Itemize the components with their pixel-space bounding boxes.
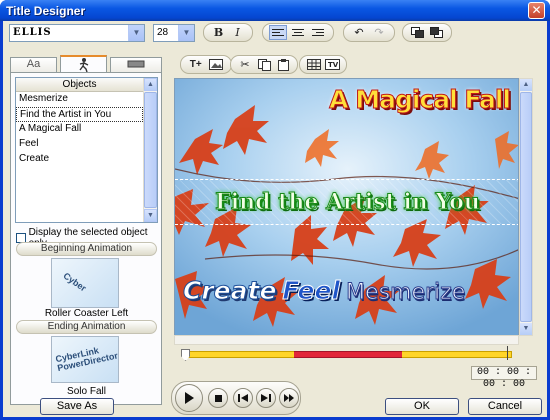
playback-controls <box>171 381 301 415</box>
preview-horizontal-scrollbar[interactable] <box>174 335 519 345</box>
preview-word-create[interactable]: Create <box>182 276 276 306</box>
title-bar[interactable]: Title Designer ✕ <box>0 0 550 21</box>
bring-to-front-icon[interactable] <box>409 25 426 40</box>
list-item[interactable]: Create <box>16 152 143 167</box>
preview-word-feel[interactable]: Feel <box>282 276 341 306</box>
ending-animation-header: Ending Animation <box>16 320 157 334</box>
svg-text:TV: TV <box>328 61 339 69</box>
tab-background[interactable] <box>110 57 162 73</box>
font-name-value: ELLIS <box>13 27 52 38</box>
bold-button[interactable]: B <box>210 25 227 40</box>
save-as-button[interactable]: Save As <box>40 398 114 415</box>
alignment-group <box>262 23 334 42</box>
list-item[interactable]: A Magical Fall <box>16 122 143 137</box>
chevron-down-icon[interactable]: ▼ <box>128 25 144 41</box>
preview-bottom-words: Create Feel Mesmerize <box>182 276 466 306</box>
tab-animation[interactable] <box>60 55 107 73</box>
timeline-start-marker[interactable] <box>181 349 190 361</box>
background-bar-icon <box>127 60 145 68</box>
list-item-selected[interactable]: Find the Artist in You <box>16 107 143 122</box>
window-title: Title Designer <box>6 4 86 18</box>
insert-text-icon[interactable]: T+ <box>187 57 205 72</box>
objects-scrollbar[interactable]: ▲ ▼ <box>143 78 157 222</box>
preview-title-top[interactable]: A Magical Fall <box>329 85 512 115</box>
tv-safe-zone-icon[interactable]: TV <box>324 57 341 72</box>
preview-word-mesmerize[interactable]: Mesmerize <box>346 280 466 306</box>
clipboard-group: ✂ <box>230 55 298 74</box>
redo-icon[interactable]: ↷ <box>370 25 388 40</box>
align-right-icon[interactable] <box>309 25 327 40</box>
align-left-icon[interactable] <box>269 25 287 40</box>
insert-group: T+ <box>180 55 232 74</box>
objects-header: Objects <box>16 78 143 92</box>
list-item[interactable]: Mesmerize <box>16 92 143 107</box>
grid-icon[interactable] <box>306 57 322 72</box>
arrange-group <box>402 23 452 42</box>
font-style-group: B I <box>203 23 253 42</box>
paste-icon[interactable] <box>275 57 291 72</box>
font-size-value: 28 <box>157 27 169 38</box>
undo-icon[interactable]: ↶ <box>350 25 368 40</box>
view-group: TV <box>299 55 347 74</box>
format-toolbar: ELLIS ▼ 28 ▼ B I ↶ ↷ <box>3 21 547 45</box>
scroll-thumb[interactable] <box>144 92 157 208</box>
chevron-down-icon[interactable]: ▼ <box>178 25 194 41</box>
timeline-duration-segment[interactable] <box>294 351 402 358</box>
scroll-up-icon[interactable]: ▲ <box>520 79 532 91</box>
ending-animation-name: Solo Fall <box>67 386 106 397</box>
previous-frame-icon[interactable] <box>233 388 253 408</box>
dialog-client-area: ELLIS ▼ 28 ▼ B I ↶ ↷ Aa Objects Mesmeriz… <box>3 21 547 417</box>
align-center-icon[interactable] <box>289 25 307 40</box>
title-preview-canvas[interactable]: A Magical Fall Find the Artist in You Cr… <box>174 78 519 336</box>
scroll-down-icon[interactable]: ▼ <box>520 323 532 335</box>
title-designer-window: Title Designer ✕ ELLIS ▼ 28 ▼ B I ↶ ↷ Aa… <box>0 0 550 420</box>
ending-animation-thumbnail[interactable]: CyberLink PowerDirector <box>51 336 119 383</box>
send-to-back-icon[interactable] <box>428 25 445 40</box>
thumb-preview-text: CyberLink PowerDirector <box>54 345 119 374</box>
next-frame-icon[interactable] <box>256 388 276 408</box>
scroll-thumb[interactable] <box>520 92 532 322</box>
preview-vertical-scrollbar[interactable]: ▲ ▼ <box>519 78 533 336</box>
beginning-animation-thumbnail[interactable]: Cyber <box>51 258 119 308</box>
animation-panel: Objects Mesmerize Find the Artist in You… <box>10 72 162 405</box>
stop-icon[interactable] <box>208 388 228 408</box>
objects-list[interactable]: Objects Mesmerize Find the Artist in You… <box>15 77 158 223</box>
italic-button[interactable]: I <box>229 25 246 40</box>
timecode-display: 00 : 00 : 00 : 00 <box>471 366 537 390</box>
cut-icon[interactable]: ✂ <box>237 57 253 72</box>
close-button[interactable]: ✕ <box>528 2 545 19</box>
font-name-combo[interactable]: ELLIS ▼ <box>9 24 145 42</box>
list-item[interactable]: Feel <box>16 137 143 152</box>
tab-text-style[interactable]: Aa <box>10 57 57 73</box>
undo-redo-group: ↶ ↷ <box>343 23 395 42</box>
fast-forward-icon[interactable] <box>279 388 299 408</box>
animation-timeline[interactable] <box>181 346 515 361</box>
play-icon[interactable] <box>175 384 203 412</box>
cancel-button[interactable]: Cancel <box>468 398 542 415</box>
scroll-down-icon[interactable]: ▼ <box>144 209 157 222</box>
tab-strip: Aa <box>10 55 162 73</box>
running-figure-icon <box>78 58 88 73</box>
copy-icon[interactable] <box>256 57 272 72</box>
beginning-animation-name: Roller Coaster Left <box>44 308 129 319</box>
thumb-preview-text: Cyber <box>61 270 89 294</box>
preview-title-middle[interactable]: Find the Artist in You <box>175 189 518 216</box>
left-panel: Aa Objects Mesmerize Find the Artist in … <box>10 55 162 405</box>
beginning-animation-header: Beginning Animation <box>16 242 157 256</box>
font-size-combo[interactable]: 28 ▼ <box>153 24 195 42</box>
insert-image-icon[interactable] <box>208 57 226 72</box>
scroll-up-icon[interactable]: ▲ <box>144 78 157 91</box>
ok-button[interactable]: OK <box>385 398 459 415</box>
timeline-end-marker[interactable] <box>507 346 515 360</box>
